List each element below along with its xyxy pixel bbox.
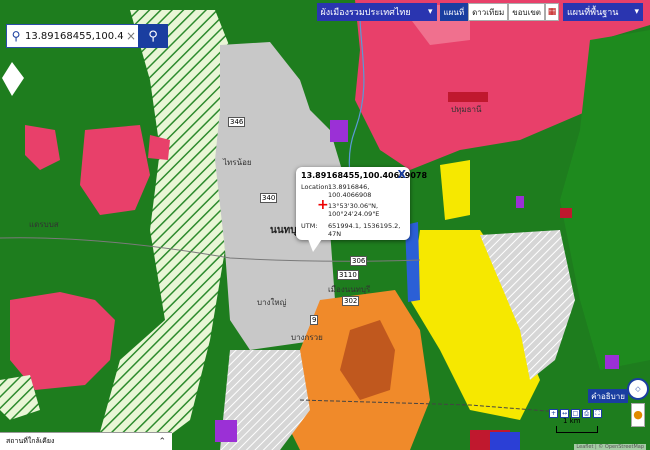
- map-label-sai-noi: ไทรน้อย: [223, 158, 252, 167]
- scale-bar: 1 km: [556, 417, 598, 433]
- close-icon[interactable]: ×: [124, 29, 138, 43]
- utm-label: UTM:: [301, 221, 318, 230]
- road-shield: 346: [228, 117, 246, 127]
- map-label-mueang-nonthaburi: เมืองนนทบุรี: [328, 285, 371, 294]
- road-shield: 9: [310, 315, 319, 325]
- map-attribution: Leaflet | © OpenStreetMap: [574, 444, 646, 450]
- map-label-bang-yai: บางใหญ่: [257, 298, 287, 307]
- basemap-select-label: แผนที่พื้นฐาน: [567, 8, 619, 18]
- search-button[interactable]: ⚲: [138, 24, 168, 48]
- tab-satellite[interactable]: ดาวเทียม: [468, 3, 509, 21]
- location-value: 13.8916846, 100.4066908: [328, 183, 372, 200]
- location-popup: 13.89168455,100.40669078 X Location: 13.…: [296, 167, 428, 252]
- tab-boundary[interactable]: ขอบเขต: [508, 3, 545, 21]
- road-shield: 306: [350, 256, 368, 266]
- popup-title: 13.89168455,100.40669078: [301, 171, 428, 180]
- tab-map[interactable]: แผนที่: [439, 3, 469, 21]
- layer-select-label: ผังเมืองรวมประเทศไทย: [320, 8, 411, 18]
- grid-icon[interactable]: ▦: [545, 3, 559, 21]
- nearby-places-bar[interactable]: สถานที่ใกล้เคียง ⌃: [0, 432, 172, 450]
- dms-value: 13°53'30.06"N, 100°24'24.09"E: [328, 202, 380, 219]
- navigation-compass-icon[interactable]: ◇: [627, 378, 649, 400]
- fullscreen-icon[interactable]: ⛶: [593, 409, 602, 418]
- map-label-pathum-thani: ปทุมธานี: [451, 105, 482, 114]
- top-toolbar: ผังเมืองรวมประเทศไทย ▾ แผนที่ ดาวเทียม ข…: [316, 3, 643, 23]
- basemap-select[interactable]: แผนที่พื้นฐาน ▾: [563, 3, 643, 21]
- location-pin-icon: +: [317, 197, 329, 213]
- legend-button[interactable]: คำอธิบาย: [588, 389, 628, 403]
- chevron-down-icon: ▾: [634, 7, 639, 17]
- scale-label: 1 km: [563, 417, 581, 425]
- nearby-places-label: สถานที่ใกล้เคียง: [6, 437, 55, 445]
- chevron-up-icon: ⌃: [158, 436, 166, 447]
- search-icon: ⚲: [11, 29, 21, 43]
- road-shield: 3110: [337, 270, 359, 280]
- popup-close-button[interactable]: X: [398, 168, 406, 181]
- zoom-in-icon[interactable]: +: [549, 409, 558, 418]
- print-icon[interactable]: ⎙: [582, 409, 591, 418]
- road-shield: 302: [342, 296, 360, 306]
- map-label-bang-kruai: บางกรวย: [291, 333, 323, 342]
- road-shield: 340: [260, 193, 278, 203]
- search-box: ⚲ 13.89168455,100.40669078 × ⚲: [6, 24, 168, 48]
- utm-value: 651994.1, 1536195.2, 47N: [328, 221, 401, 238]
- layer-select[interactable]: ผังเมืองรวมประเทศไทย ▾: [316, 3, 437, 21]
- street-view-pegman-icon[interactable]: ●: [631, 403, 645, 427]
- search-input[interactable]: 13.89168455,100.40669078: [25, 31, 124, 42]
- chevron-down-icon: ▾: [427, 7, 433, 17]
- map-label-lat-lum-kaeo: แดรบบส: [29, 220, 59, 229]
